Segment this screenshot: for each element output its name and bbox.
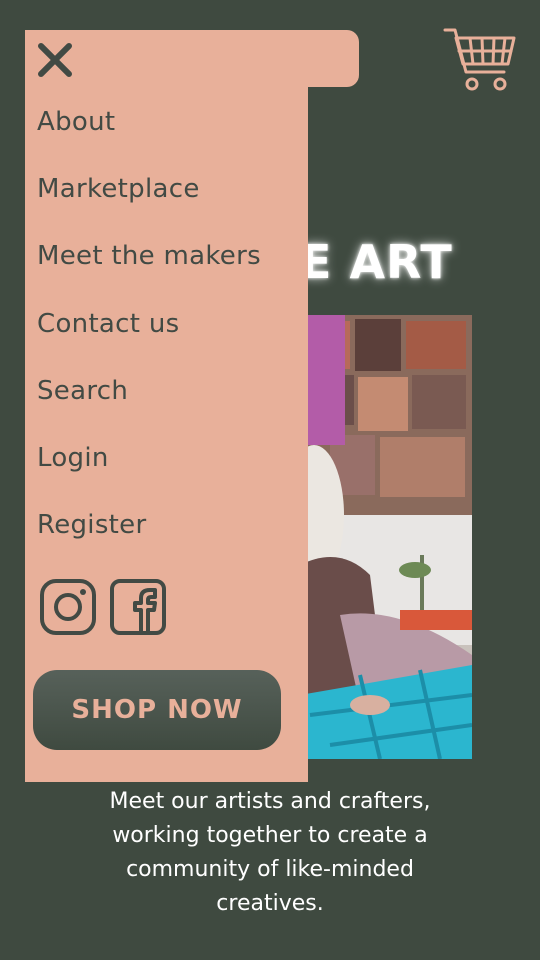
menu-item-search[interactable]: Search: [37, 371, 261, 438]
instagram-icon[interactable]: [39, 578, 97, 636]
navigation-menu: About Marketplace Meet the makers Contac…: [25, 30, 308, 782]
menu-item-register[interactable]: Register: [37, 505, 261, 572]
menu-item-meet-the-makers[interactable]: Meet the makers: [37, 236, 261, 303]
hero-photo: [300, 315, 472, 759]
menu-item-login[interactable]: Login: [37, 438, 261, 505]
artist-photo-illustration: [300, 315, 472, 759]
facebook-icon[interactable]: [109, 578, 167, 636]
social-links: [39, 578, 167, 636]
menu-list: About Marketplace Meet the makers Contac…: [37, 102, 261, 572]
menu-item-marketplace[interactable]: Marketplace: [37, 169, 261, 236]
menu-item-about[interactable]: About: [37, 102, 261, 169]
hero-title-line: E ART: [300, 235, 453, 289]
shopping-cart-icon[interactable]: [442, 26, 518, 94]
tagline: Meet our artists and crafters, working t…: [109, 789, 431, 916]
close-icon[interactable]: [35, 40, 75, 80]
shop-now-button[interactable]: SHOP NOW: [33, 670, 281, 750]
menu-item-contact-us[interactable]: Contact us: [37, 304, 261, 371]
